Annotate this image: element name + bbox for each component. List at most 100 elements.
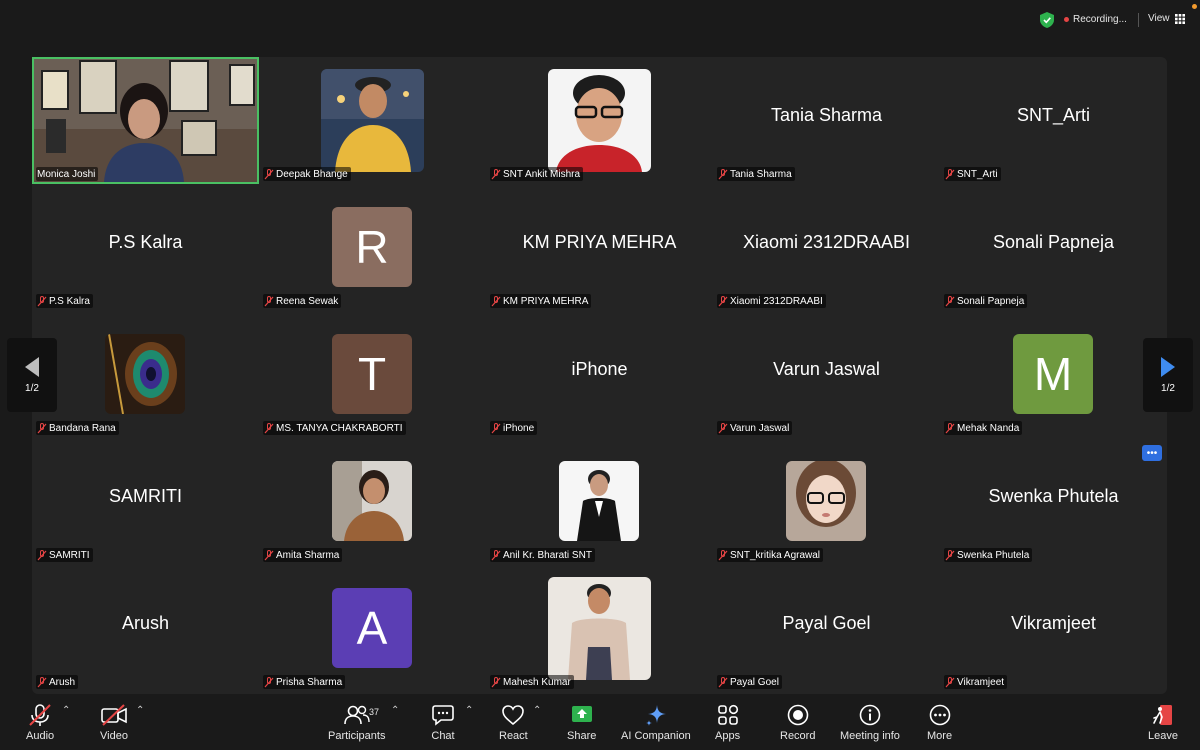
participant-tile[interactable]: Anil Kr. Bharati SNT	[486, 438, 713, 565]
participants-icon	[343, 705, 370, 725]
view-label: View	[1148, 13, 1170, 24]
top-bar: Recording... View	[0, 0, 1200, 40]
participant-tile[interactable]: Varun Jaswal Varun Jaswal	[713, 311, 940, 438]
participant-photo	[548, 69, 651, 172]
participant-display-name: P.S Kalra	[108, 232, 183, 252]
mic-muted-icon	[945, 676, 955, 687]
participant-tile[interactable]: Arush Arush	[32, 565, 259, 692]
participant-tile[interactable]: SNT Ankit Mishra	[486, 57, 713, 184]
avatar: M	[1013, 334, 1093, 414]
recording-indicator[interactable]: Recording...	[1064, 14, 1127, 25]
participant-name-label: iPhone	[490, 421, 538, 435]
avatar: T	[332, 334, 412, 414]
participant-tile[interactable]: KM PRIYA MEHRA KM PRIYA MEHRA	[486, 184, 713, 311]
record-button[interactable]: Record	[780, 703, 815, 742]
meeting-info-label: Meeting info	[840, 730, 900, 742]
participants-options-chevron-icon[interactable]: ⌃	[391, 705, 399, 716]
participant-name-label: KM PRIYA MEHRA	[490, 294, 592, 308]
avatar: A	[332, 588, 412, 668]
participant-name-label: Bandana Rana	[36, 421, 119, 435]
participant-display-name: Payal Goel	[782, 613, 871, 633]
previous-page-button[interactable]: 1/2	[7, 338, 57, 412]
chevron-left-icon	[25, 356, 39, 377]
mic-muted-icon	[491, 676, 501, 687]
participant-display-name: Tania Sharma	[770, 105, 883, 125]
participant-tile[interactable]: Deepak Bhange	[259, 57, 486, 184]
react-label: React	[499, 730, 528, 742]
participants-count-badge: 37	[369, 707, 380, 717]
participant-tile[interactable]: SAMRITI SAMRITI	[32, 438, 259, 565]
mic-muted-icon	[491, 295, 501, 306]
participant-tile[interactable]: T MS. TANYA CHAKRABORTI	[259, 311, 486, 438]
participant-photo	[105, 334, 185, 414]
participant-name-label: Anil Kr. Bharati SNT	[490, 548, 595, 562]
apps-button[interactable]: Apps	[715, 703, 740, 742]
mic-muted-icon	[718, 168, 728, 179]
next-page-button[interactable]: 1/2	[1143, 338, 1193, 412]
share-button[interactable]: Share	[567, 703, 596, 742]
participant-tile[interactable]: Monica Joshi	[32, 57, 259, 184]
apps-label: Apps	[715, 730, 741, 742]
more-button[interactable]: More	[927, 703, 952, 742]
mic-muted-icon	[491, 168, 501, 179]
leave-button[interactable]: Leave	[1148, 703, 1178, 742]
react-button[interactable]: React	[499, 703, 528, 742]
participant-tile[interactable]: Mahesh Kumar	[486, 565, 713, 692]
participant-tile[interactable]: Xiaomi 2312DRAABI Xiaomi 2312DRAABI	[713, 184, 940, 311]
participant-display-name: SNT_Arti	[1016, 105, 1090, 125]
participant-photo	[548, 577, 651, 680]
participant-tile[interactable]: SNT_Arti SNT_Arti	[940, 57, 1167, 184]
participant-name-label: Amita Sharma	[263, 548, 343, 562]
participant-tile[interactable]: A Prisha Sharma	[259, 565, 486, 692]
participant-tile[interactable]: Amita Sharma	[259, 438, 486, 565]
participant-name-label: Sonali Papneja	[944, 294, 1028, 308]
mic-muted-icon	[945, 422, 955, 433]
view-button[interactable]: View	[1148, 13, 1185, 24]
more-icon	[929, 704, 950, 726]
audio-options-chevron-icon[interactable]: ⌃	[62, 705, 70, 716]
video-button[interactable]: Video	[100, 703, 128, 742]
participant-tile[interactable]: Payal Goel Payal Goel	[713, 565, 940, 692]
security-shield-icon[interactable]	[1040, 12, 1054, 28]
participant-tile[interactable]: Swenka Phutela Swenka Phutela	[940, 438, 1167, 565]
microphone-muted-icon	[29, 704, 51, 726]
participant-name-label: SAMRITI	[36, 548, 93, 562]
participant-tile[interactable]: M Mehak Nanda	[940, 311, 1167, 438]
participant-tile[interactable]: Bandana Rana	[32, 311, 259, 438]
mic-muted-icon	[718, 295, 728, 306]
meeting-toolbar: Audio ⌃ Video ⌃ Participants 37 ⌃ Chat ⌃	[0, 697, 1200, 750]
participant-tile[interactable]: iPhone iPhone	[486, 311, 713, 438]
chat-label: Chat	[431, 730, 455, 742]
mic-muted-icon	[945, 549, 955, 560]
participant-tile[interactable]: R Reena Sewak	[259, 184, 486, 311]
react-options-chevron-icon[interactable]: ⌃	[533, 705, 541, 716]
more-label: More	[927, 730, 953, 742]
mic-muted-icon	[37, 295, 47, 306]
ai-companion-button[interactable]: AI Companion	[621, 703, 691, 742]
participant-name-label: Mahesh Kumar	[490, 675, 574, 689]
mic-muted-icon	[491, 422, 501, 433]
participant-tile[interactable]: Tania Sharma Tania Sharma	[713, 57, 940, 184]
participant-photo	[786, 461, 866, 541]
video-options-chevron-icon[interactable]: ⌃	[136, 705, 144, 716]
participant-tile[interactable]: Sonali Papneja Sonali Papneja	[940, 184, 1167, 311]
tile-more-options-button[interactable]: •••	[1142, 445, 1162, 461]
participant-name-label: Tania Sharma	[717, 167, 795, 181]
chevron-right-icon	[1161, 356, 1175, 377]
participant-name-label: Xiaomi 2312DRAABI	[717, 294, 826, 308]
participant-video	[34, 59, 257, 182]
mic-muted-icon	[718, 422, 728, 433]
audio-button[interactable]: Audio	[26, 703, 54, 742]
divider	[1138, 13, 1139, 27]
recording-label: Recording...	[1073, 14, 1127, 25]
leave-icon	[1153, 705, 1172, 725]
participant-photo	[332, 461, 412, 541]
participant-name-label: SNT Ankit Mishra	[490, 167, 584, 181]
chat-button[interactable]: Chat	[431, 703, 455, 742]
chat-options-chevron-icon[interactable]: ⌃	[465, 705, 473, 716]
meeting-info-button[interactable]: Meeting info	[840, 703, 900, 742]
participants-label: Participants	[328, 730, 386, 742]
participant-tile[interactable]: SNT_kritika Agrawal	[713, 438, 940, 565]
participant-tile[interactable]: P.S Kalra P.S Kalra	[32, 184, 259, 311]
participant-tile[interactable]: Vikramjeet Vikramjeet	[940, 565, 1167, 692]
